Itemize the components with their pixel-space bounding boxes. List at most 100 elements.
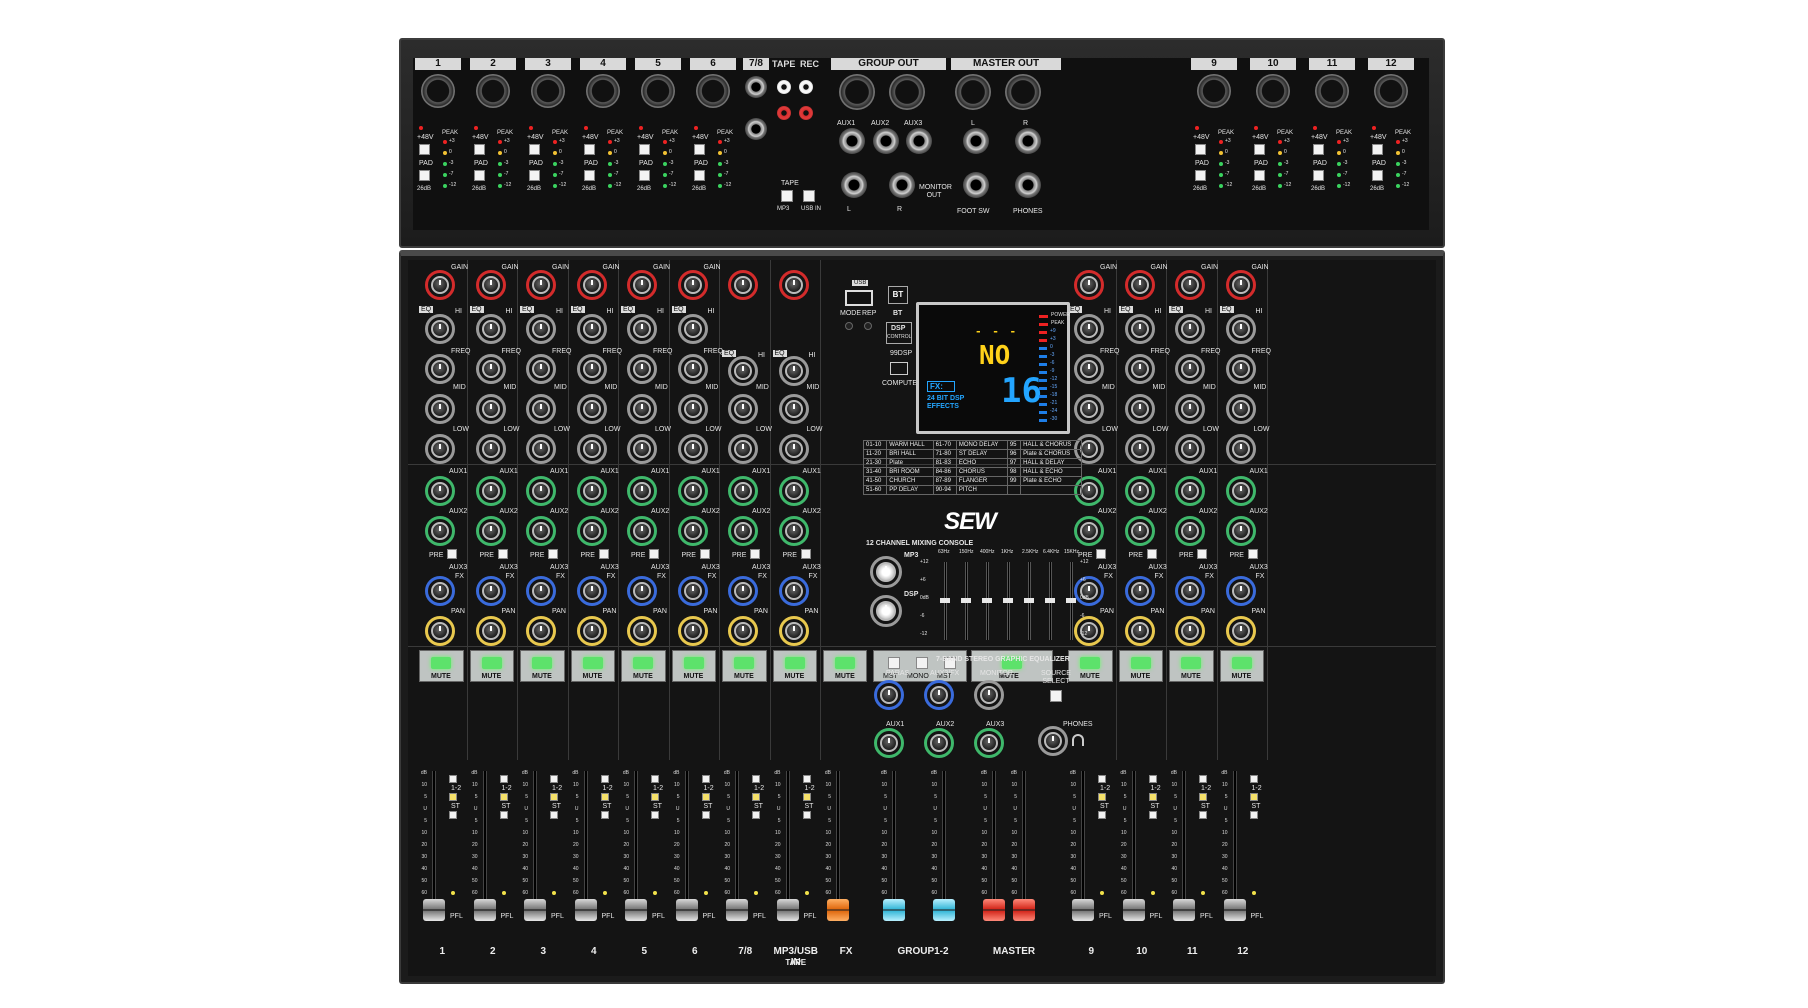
pre-button[interactable] [598,549,609,559]
aux-send-jack[interactable] [873,128,899,154]
channel-fader[interactable] [625,899,647,921]
bus-1-2-button[interactable] [752,775,760,783]
tape-in-left-rca[interactable] [777,80,791,94]
mid-eq-knob[interactable] [1181,400,1199,418]
bus-1-2-button[interactable] [802,775,811,783]
mid-freq-knob[interactable] [1181,360,1199,378]
geq-slider[interactable] [1066,598,1076,603]
mid-eq-knob[interactable] [532,400,550,418]
phantom-power-button[interactable] [639,144,650,155]
pan-knob[interactable] [431,622,449,640]
hi-eq-knob[interactable] [1231,320,1250,338]
combo-input-jack[interactable] [1197,74,1231,108]
mid-freq-knob[interactable] [431,360,449,378]
hi-eq-knob[interactable] [734,362,752,380]
pan-knob[interactable] [481,622,500,640]
bus-st-button[interactable] [651,793,659,801]
geq-slider[interactable] [982,598,992,603]
monitor-knob[interactable] [980,686,998,704]
pre-button[interactable] [548,549,558,559]
bus-st-button[interactable] [1199,793,1207,801]
pad-button[interactable] [419,170,430,181]
aux-return-knob[interactable] [980,734,998,752]
mid-eq-knob[interactable] [582,400,601,418]
mid-eq-knob[interactable] [683,400,702,418]
aux2-send-knob[interactable] [784,522,803,540]
phantom-power-button[interactable] [1313,144,1324,155]
gain-knob[interactable] [1231,276,1250,294]
master-out-left-xlr[interactable] [955,74,991,110]
aux-send-jack[interactable] [839,128,865,154]
channel-fader[interactable] [726,899,748,921]
bus-st-button[interactable] [600,793,609,801]
bus-1-2-button[interactable] [550,775,558,783]
bus-1-2-button[interactable] [600,775,609,783]
aux2-send-knob[interactable] [1130,522,1149,540]
aux3-fx-send-knob[interactable] [1181,582,1199,600]
usb-source-switch[interactable] [803,190,815,202]
record-left-jack[interactable] [963,128,989,154]
pad-button[interactable] [529,170,540,181]
group-out-1-xlr[interactable] [839,74,875,110]
pan-knob[interactable] [1231,622,1250,640]
pan-knob[interactable] [1130,622,1149,640]
pan-knob[interactable] [532,622,550,640]
gain-knob[interactable] [532,276,550,294]
gain-knob[interactable] [582,276,601,294]
combo-input-jack[interactable] [641,74,675,108]
tape-source-switch[interactable] [781,190,793,202]
aux1-send-knob[interactable] [481,482,500,500]
channel-fader[interactable] [473,899,496,921]
combo-input-jack[interactable] [1374,74,1408,108]
bus-st-button[interactable] [1148,793,1157,801]
mid-freq-knob[interactable] [481,360,500,378]
aux2-send-knob[interactable] [431,522,449,540]
phantom-power-button[interactable] [694,144,705,155]
monitor-out-left-jack[interactable] [841,172,867,198]
aux2-send-knob[interactable] [633,522,651,540]
combo-input-jack[interactable] [1256,74,1290,108]
bus-st-button[interactable] [752,793,760,801]
pre-button[interactable] [800,549,811,559]
aux3-fx-send-knob[interactable] [481,582,500,600]
pre-button[interactable] [1146,549,1157,559]
pre-button[interactable] [1197,549,1207,559]
bus-st-button[interactable] [701,793,710,801]
dsp-level-knob[interactable] [876,601,896,621]
phantom-power-button[interactable] [1254,144,1265,155]
phantom-power-button[interactable] [584,144,595,155]
aux3-fx-send-knob[interactable] [734,582,752,600]
aux3-fx-send-knob[interactable] [683,582,702,600]
pre-button[interactable] [447,549,457,559]
combo-input-jack[interactable] [421,74,455,108]
bus-st-button[interactable] [449,793,457,801]
pre-button[interactable] [497,549,508,559]
group-out-2-xlr[interactable] [889,74,925,110]
aux1-send-knob[interactable] [1231,482,1250,500]
phantom-power-button[interactable] [1372,144,1383,155]
low-eq-knob[interactable] [1080,440,1098,458]
aux2-send-knob[interactable] [481,522,500,540]
pre-button[interactable] [649,549,659,559]
pan-knob[interactable] [582,622,601,640]
bus-1-2-button[interactable] [499,775,508,783]
channel-fader[interactable] [524,899,546,921]
aux1-send-knob[interactable] [683,482,702,500]
low-eq-knob[interactable] [734,440,752,458]
aux3fx-return-knob[interactable] [930,686,948,704]
phantom-power-button[interactable] [1195,144,1206,155]
mid-eq-knob[interactable] [734,400,752,418]
hi-eq-knob[interactable] [683,320,702,338]
pad-button[interactable] [639,170,650,181]
aux-send-jack[interactable] [906,128,932,154]
low-eq-knob[interactable] [481,440,500,458]
geq-slider[interactable] [961,598,971,603]
monitor-out-right-jack[interactable] [889,172,915,198]
master-left-fader[interactable] [983,899,1005,921]
paras-knob[interactable] [880,686,898,704]
pad-button[interactable] [1254,170,1265,181]
bus-st-button[interactable] [1098,793,1106,801]
aux2-send-knob[interactable] [582,522,601,540]
low-eq-knob[interactable] [683,440,702,458]
mid-freq-knob[interactable] [1130,360,1149,378]
